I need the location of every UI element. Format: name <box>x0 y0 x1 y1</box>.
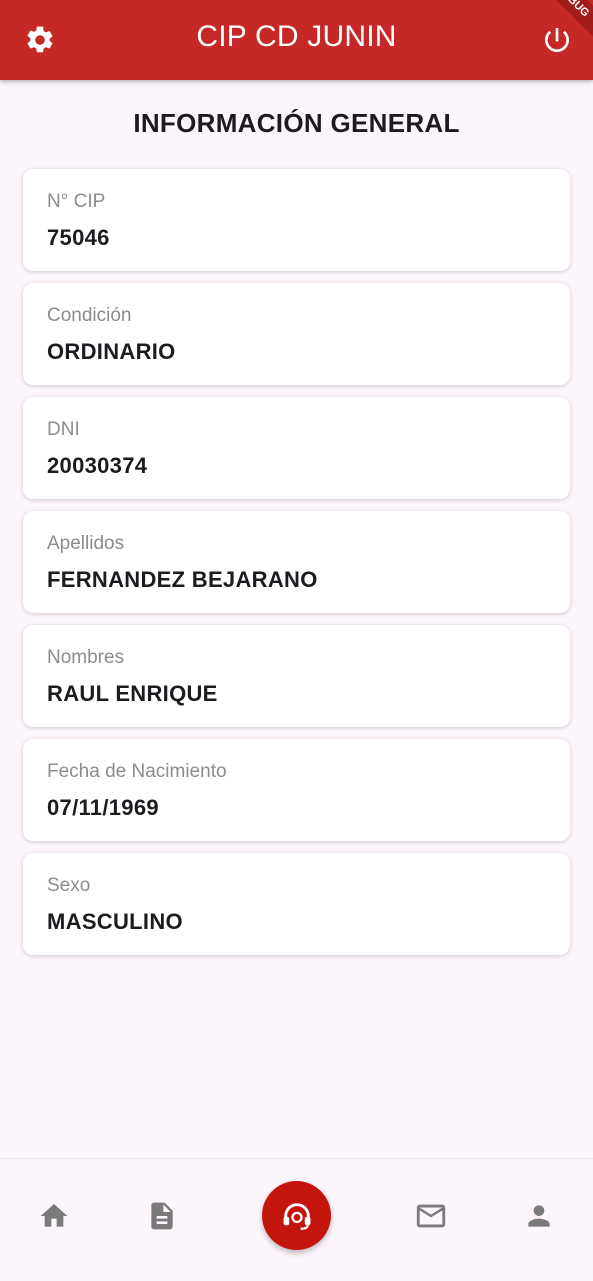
field-value: MASCULINO <box>47 909 183 934</box>
field-value: 20030374 <box>47 453 148 478</box>
nav-home[interactable] <box>30 1192 78 1240</box>
field-label: Apellidos <box>47 533 125 554</box>
home-icon <box>40 1204 68 1227</box>
field-value: ORDINARIO <box>47 339 176 364</box>
support-icon <box>283 1202 310 1230</box>
power-icon <box>545 28 569 52</box>
info-card-list: N° CIP 75046 Condición ORDINARIO DNI 200… <box>23 169 570 967</box>
person-icon <box>528 1205 550 1227</box>
nav-mail[interactable] <box>407 1192 455 1240</box>
page-title: INFORMACIÓN GENERAL <box>133 108 460 138</box>
info-card-cip: N° CIP 75046 <box>23 169 570 271</box>
nav-documents[interactable] <box>138 1192 186 1240</box>
nav-support[interactable] <box>262 1181 331 1250</box>
document-icon <box>151 1202 173 1230</box>
nav-profile[interactable] <box>515 1192 563 1240</box>
info-card-condicion: Condición ORDINARIO <box>23 283 570 385</box>
logout-button[interactable] <box>533 16 581 64</box>
field-label: Sexo <box>47 875 91 896</box>
field-label: Nombres <box>47 647 125 668</box>
app-bar: CIP CD JUNIN DEBUG <box>0 0 593 80</box>
bottom-navigation <box>0 1158 593 1281</box>
field-label: Condición <box>47 305 132 326</box>
field-value: 75046 <box>47 225 110 250</box>
field-label: Fecha de Nacimiento <box>47 761 227 782</box>
mail-icon <box>416 1204 446 1228</box>
info-card-dni: DNI 20030374 <box>23 397 570 499</box>
field-label: DNI <box>47 419 80 440</box>
field-value: RAUL ENRIQUE <box>47 681 218 706</box>
app-title: CIP CD JUNIN <box>196 20 397 53</box>
info-card-apellidos: Apellidos FERNANDEZ BEJARANO <box>23 511 570 613</box>
field-label: N° CIP <box>47 191 106 212</box>
field-value: FERNANDEZ BEJARANO <box>47 567 318 592</box>
field-value: 07/11/1969 <box>47 795 159 820</box>
info-card-fecha-nacimiento: Fecha de Nacimiento 07/11/1969 <box>23 739 570 841</box>
info-card-sexo: Sexo MASCULINO <box>23 853 570 955</box>
info-card-nombres: Nombres RAUL ENRIQUE <box>23 625 570 727</box>
